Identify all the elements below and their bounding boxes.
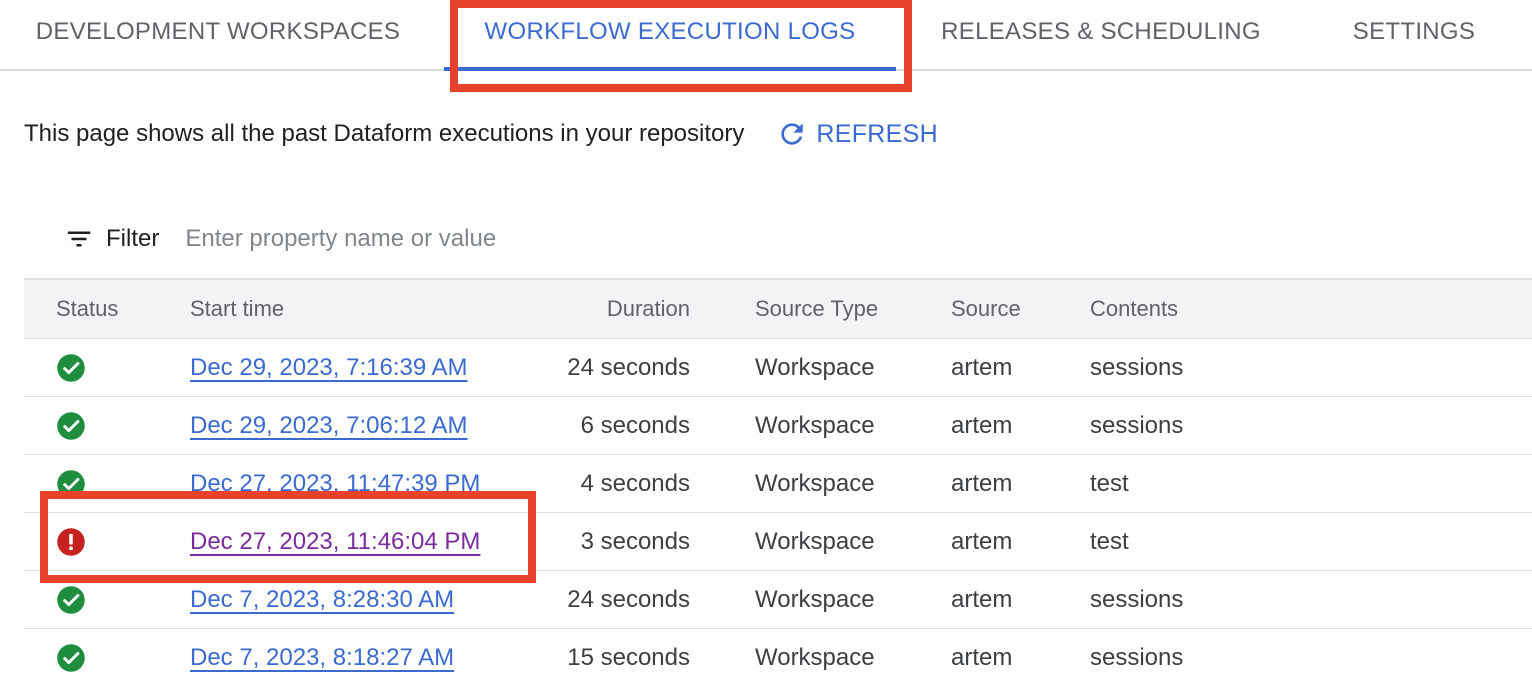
source-cell: artem <box>951 353 1013 381</box>
contents-cell: test <box>1090 527 1129 555</box>
source-type-cell: Workspace <box>755 353 875 381</box>
table-header: Status Start time Duration Source Type S… <box>24 280 1532 339</box>
start-time-link[interactable]: Dec 7, 2023, 8:18:27 AM <box>190 644 454 672</box>
executions-table: Status Start time Duration Source Type S… <box>24 278 1532 682</box>
column-header-source[interactable]: Source <box>951 280 1021 338</box>
table-row: Dec 7, 2023, 8:18:27 AM 15 seconds Works… <box>24 629 1532 682</box>
source-cell: artem <box>951 643 1013 671</box>
source-type-cell: Workspace <box>755 411 875 439</box>
description-row: This page shows all the past Dataform ex… <box>24 112 938 156</box>
start-time-link[interactable]: Dec 27, 2023, 11:47:39 PM <box>190 470 480 498</box>
column-header-source-type[interactable]: Source Type <box>755 280 878 338</box>
success-check-icon <box>56 469 86 499</box>
contents-cell: sessions <box>1090 643 1184 671</box>
source-type-cell: Workspace <box>755 585 875 613</box>
tab-development-workspaces[interactable]: DEVELOPMENT WORKSPACES <box>0 0 436 69</box>
tab-releases-scheduling[interactable]: RELEASES & SCHEDULING <box>896 0 1306 69</box>
page: DEVELOPMENT WORKSPACES WORKFLOW EXECUTIO… <box>0 0 1532 682</box>
column-header-contents[interactable]: Contents <box>1090 280 1178 338</box>
contents-cell: sessions <box>1090 411 1184 439</box>
refresh-button[interactable]: REFRESH <box>776 118 938 150</box>
table-row: Dec 27, 2023, 11:47:39 PM 4 seconds Work… <box>24 455 1532 513</box>
table-row: Dec 29, 2023, 7:06:12 AM 6 seconds Works… <box>24 397 1532 455</box>
duration-cell: 4 seconds <box>580 469 690 497</box>
filter-label: Filter <box>106 225 160 252</box>
source-cell: artem <box>951 585 1013 613</box>
start-time-link[interactable]: Dec 7, 2023, 8:28:30 AM <box>190 586 454 614</box>
duration-cell: 6 seconds <box>580 411 690 439</box>
source-cell: artem <box>951 411 1013 439</box>
error-alert-icon <box>56 527 86 557</box>
source-type-cell: Workspace <box>755 527 875 555</box>
source-type-cell: Workspace <box>755 469 875 497</box>
source-cell: artem <box>951 469 1013 497</box>
table-row: Dec 27, 2023, 11:46:04 PM 3 seconds Work… <box>24 513 1532 571</box>
table-row: Dec 7, 2023, 8:28:30 AM 24 seconds Works… <box>24 571 1532 629</box>
start-time-link[interactable]: Dec 29, 2023, 7:16:39 AM <box>190 354 468 382</box>
contents-cell: test <box>1090 469 1129 497</box>
source-type-cell: Workspace <box>755 643 875 671</box>
tab-label: WORKFLOW EXECUTION LOGS <box>484 17 856 45</box>
table-row: Dec 29, 2023, 7:16:39 AM 24 seconds Work… <box>24 339 1532 397</box>
refresh-label: REFRESH <box>816 119 938 148</box>
duration-cell: 3 seconds <box>580 527 690 555</box>
success-check-icon <box>56 353 86 383</box>
tab-label: RELEASES & SCHEDULING <box>941 17 1261 45</box>
column-header-duration[interactable]: Duration <box>607 280 690 338</box>
tab-label: DEVELOPMENT WORKSPACES <box>35 17 401 45</box>
contents-cell: sessions <box>1090 353 1184 381</box>
refresh-icon <box>776 118 808 150</box>
column-header-start-time[interactable]: Start time <box>190 280 284 338</box>
success-check-icon <box>56 585 86 615</box>
tab-settings[interactable]: SETTINGS <box>1306 0 1522 69</box>
duration-cell: 24 seconds <box>567 585 690 613</box>
success-check-icon <box>56 643 86 673</box>
column-header-status[interactable]: Status <box>56 280 118 338</box>
duration-cell: 24 seconds <box>567 353 690 381</box>
tab-bar: DEVELOPMENT WORKSPACES WORKFLOW EXECUTIO… <box>0 0 1532 71</box>
contents-cell: sessions <box>1090 585 1184 613</box>
filter-input[interactable] <box>185 225 686 253</box>
duration-cell: 15 seconds <box>567 643 690 671</box>
start-time-link[interactable]: Dec 29, 2023, 7:06:12 AM <box>190 412 468 440</box>
filter-icon[interactable] <box>64 224 94 254</box>
tab-label: SETTINGS <box>1352 17 1476 45</box>
page-description: This page shows all the past Dataform ex… <box>24 120 745 147</box>
tab-workflow-execution-logs[interactable]: WORKFLOW EXECUTION LOGS <box>444 0 896 71</box>
filter-bar: Filter <box>64 216 686 262</box>
source-cell: artem <box>951 527 1013 555</box>
start-time-link[interactable]: Dec 27, 2023, 11:46:04 PM <box>190 528 480 556</box>
success-check-icon <box>56 411 86 441</box>
